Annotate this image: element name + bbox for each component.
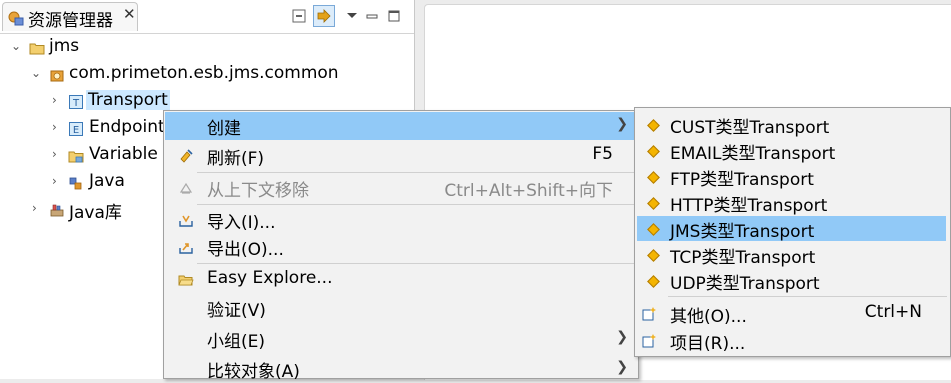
view-tab-bar: 资源管理器 ✕ <box>0 0 414 34</box>
tab-resource-explorer[interactable]: 资源管理器 ✕ <box>2 2 138 31</box>
menu-item-label: 小组(E) <box>207 332 266 352</box>
tree-item-label: com.primeton.esb.jms.common <box>69 63 339 83</box>
collapse-all-icon[interactable] <box>290 7 308 25</box>
diamond-icon <box>647 197 660 210</box>
menu-item-label: Easy Explore... <box>207 268 333 288</box>
endpoint-icon: E <box>69 122 83 136</box>
tree-item-module[interactable]: ⌄ com.primeton.esb.jms.common <box>0 62 414 88</box>
menu-item-label: 验证(V) <box>207 301 266 321</box>
import-icon <box>179 215 193 227</box>
module-icon <box>50 70 64 82</box>
menu-item-label: 从上下文移除 <box>207 181 309 201</box>
tab-title: 资源管理器 <box>28 11 113 31</box>
submenu-item-ftp-transport[interactable]: FTP类型Transport <box>637 164 946 190</box>
chevron-right-icon: ❯ <box>616 359 628 375</box>
submenu-item-tcp-transport[interactable]: TCP类型Transport <box>637 242 946 268</box>
new-project-icon <box>642 334 656 348</box>
diamond-icon <box>647 119 660 132</box>
explorer-view-icon <box>8 11 24 26</box>
submenu-item-label: EMAIL类型Transport <box>670 144 836 164</box>
submenu-item-cust-transport[interactable]: CUST类型Transport <box>637 112 946 138</box>
submenu-item-label: JMS类型Transport <box>670 222 815 242</box>
menu-item-label: 比较对象(A) <box>207 362 300 382</box>
tree-item-label: jms <box>49 36 80 56</box>
submenu-item-jms-transport[interactable]: JMS类型Transport <box>637 216 946 242</box>
tree-item-label: Java <box>89 171 125 191</box>
svg-text:E: E <box>73 125 79 136</box>
menu-item-label: 导入(I)... <box>207 213 276 233</box>
submenu-item-label: TCP类型Transport <box>670 248 816 268</box>
menu-separator <box>197 172 635 173</box>
shortcut-label: F5 <box>592 144 613 164</box>
new-wizard-icon <box>642 307 656 321</box>
tree-item-label: Variable <box>89 144 158 164</box>
diamond-icon <box>647 145 660 158</box>
submenu-item-email-transport[interactable]: EMAIL类型Transport <box>637 138 946 164</box>
menu-item-export[interactable]: 导出(O)... <box>165 233 637 261</box>
java-icon <box>69 177 82 190</box>
minimize-icon[interactable] <box>363 7 381 25</box>
link-with-editor-icon[interactable] <box>313 5 335 27</box>
tree-item-label: Java库 <box>69 203 122 223</box>
submenu-item-http-transport[interactable]: HTTP类型Transport <box>637 190 946 216</box>
context-menu: 创建 ❯ 刷新(F) F5 从上下文移除 Ctrl+Alt+Shift+向下 导… <box>163 110 639 382</box>
submenu-item-label: CUST类型Transport <box>670 118 830 138</box>
menu-item-refresh[interactable]: 刷新(F) F5 <box>165 142 637 170</box>
submenu-item-project[interactable]: 项目(R)... <box>637 328 946 354</box>
maximize-icon[interactable] <box>385 7 403 25</box>
shortcut-label: Ctrl+Alt+Shift+向下 <box>444 181 613 201</box>
chevron-right-icon[interactable]: › <box>52 147 64 161</box>
menu-separator <box>197 204 635 205</box>
menu-item-import[interactable]: 导入(I)... <box>165 206 637 234</box>
menu-separator <box>668 296 947 297</box>
menu-item-team[interactable]: 小组(E) ❯ <box>165 325 637 353</box>
export-icon <box>179 243 193 254</box>
menu-item-create[interactable]: 创建 ❯ <box>165 112 637 140</box>
diamond-icon <box>647 275 660 288</box>
submenu-item-label: UDP类型Transport <box>670 274 820 294</box>
menu-item-remove-from-context[interactable]: 从上下文移除 Ctrl+Alt+Shift+向下 <box>165 174 637 202</box>
svg-text:T: T <box>72 98 80 109</box>
diamond-icon <box>647 223 660 236</box>
project-folder-icon <box>29 43 45 55</box>
chevron-right-icon: ❯ <box>616 116 628 132</box>
chevron-down-icon[interactable]: ⌄ <box>31 66 43 80</box>
folder-open-icon <box>178 275 194 286</box>
submenu-item-label: 其他(O)... <box>670 307 747 327</box>
create-submenu: CUST类型Transport EMAIL类型Transport FTP类型Tr… <box>634 107 951 357</box>
menu-item-label: 刷新(F) <box>207 149 265 169</box>
refresh-icon <box>180 149 193 163</box>
chevron-right-icon[interactable]: › <box>52 174 64 188</box>
submenu-item-other[interactable]: 其他(O)... Ctrl+N <box>637 301 946 327</box>
tree-item-label: Transport <box>86 90 170 110</box>
submenu-item-label: HTTP类型Transport <box>670 196 828 216</box>
close-icon[interactable]: ✕ <box>123 5 136 23</box>
library-icon <box>50 204 64 217</box>
shortcut-label: Ctrl+N <box>864 302 922 322</box>
submenu-item-label: FTP类型Transport <box>670 170 814 190</box>
chevron-right-icon: ❯ <box>616 329 628 345</box>
diamond-icon <box>647 171 660 184</box>
menu-item-label: 导出(O)... <box>207 240 284 260</box>
remove-context-icon <box>179 182 193 194</box>
chevron-right-icon[interactable]: › <box>32 201 44 215</box>
tree-item-jms[interactable]: ⌄ jms <box>0 35 414 61</box>
menu-item-easy-explore[interactable]: Easy Explore... <box>165 266 637 294</box>
chevron-right-icon[interactable]: › <box>52 93 64 107</box>
submenu-item-udp-transport[interactable]: UDP类型Transport <box>637 268 946 294</box>
variable-folder-icon <box>68 151 84 163</box>
menu-item-validate[interactable]: 验证(V) <box>165 294 637 322</box>
menu-item-label: 创建 <box>207 119 241 139</box>
view-menu-icon[interactable] <box>343 7 361 25</box>
diamond-icon <box>647 249 660 262</box>
tree-item-label: Endpoint <box>89 117 165 137</box>
menu-separator <box>197 263 635 264</box>
transport-icon: T <box>69 95 83 109</box>
chevron-right-icon[interactable]: › <box>52 120 64 134</box>
chevron-down-icon[interactable]: ⌄ <box>11 39 23 53</box>
submenu-item-label: 项目(R)... <box>670 334 746 354</box>
